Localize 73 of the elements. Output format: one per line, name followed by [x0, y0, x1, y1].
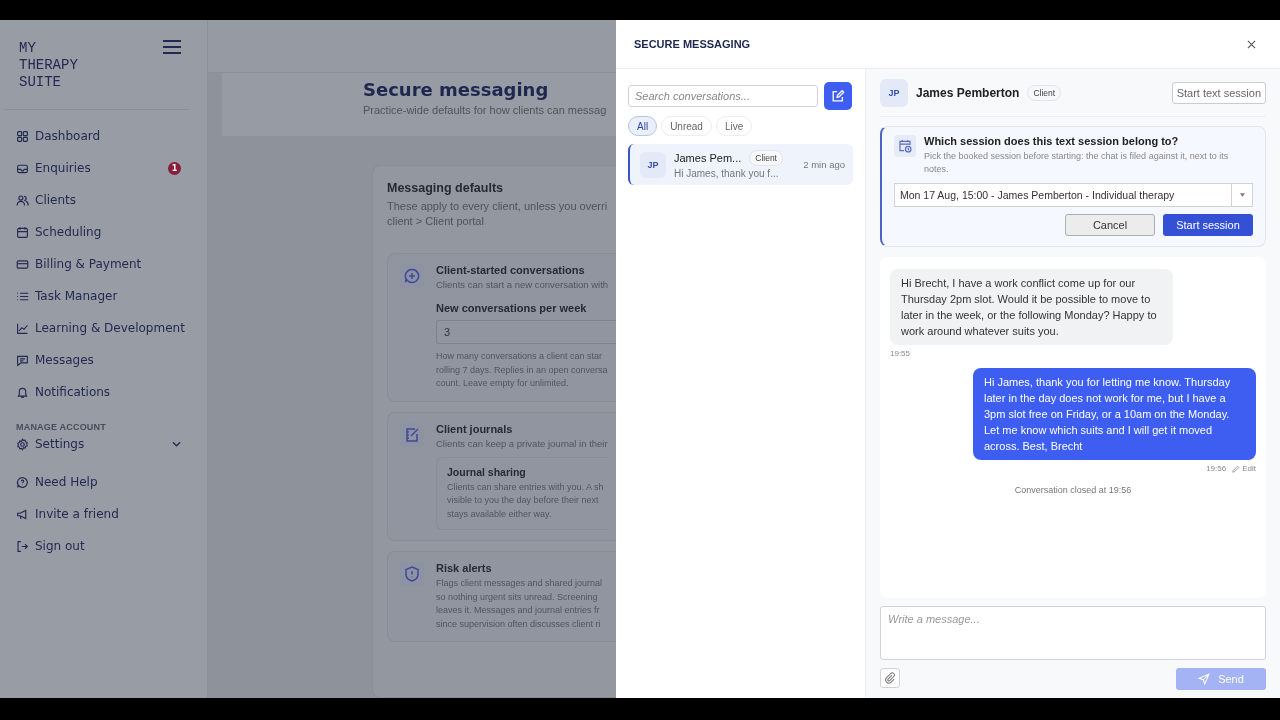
message-time: 19:55 [890, 349, 911, 358]
menu-icon[interactable] [163, 40, 181, 54]
filter-tab[interactable]: Unread [661, 116, 712, 136]
message-bubble: Hi James, thank you for letting me know. Thursday later in the day does not work for me, but I have a 3pm slot free on Friday, or a 10am on the Monday. Let me know which suits and I will get it moved across. Best, Brecht [973, 368, 1256, 460]
contact-name: James Pem... [674, 152, 742, 164]
contact-name: James Pemberton [916, 86, 1020, 100]
card-title: Messaging defaults [387, 181, 504, 195]
gear-icon [16, 437, 29, 451]
nav-item[interactable]: Task Manager [16, 280, 181, 312]
avatar: JP [880, 79, 908, 107]
chart-icon [16, 321, 29, 335]
nav-item[interactable]: Invite a friend [16, 498, 181, 530]
client-tag: Client [1027, 85, 1062, 101]
filter-tab[interactable]: Live [715, 116, 753, 136]
section-heading: MANAGE ACCOUNT [16, 422, 107, 432]
nav-item[interactable]: Scheduling [16, 216, 181, 248]
client-tag: Client [749, 150, 783, 166]
nav-item[interactable]: Billing & Payment [16, 248, 181, 280]
grid-icon [16, 129, 29, 143]
session-select[interactable]: Mon 17 Aug, 15:00 - James Pemberton - Individual therapy [894, 183, 1253, 207]
filter-tab[interactable]: All [628, 116, 658, 136]
prompt-description: Pick the booked session before starting: the chat is filed against it, next to its notes. [924, 150, 1230, 176]
bell-icon [16, 385, 29, 399]
nav-item[interactable]: Messages [16, 344, 181, 376]
section-title: Client-started conversations [436, 264, 586, 276]
message-field[interactable]: Write a message... [880, 606, 1266, 660]
panel-title: SECURE MESSAGING [634, 38, 751, 50]
prompt-title: Which session does this text session belong to? [924, 135, 1180, 147]
option-title: Journal sharing [447, 465, 527, 478]
app-logo[interactable]: MY THERAPY SUITE [19, 40, 87, 91]
message-preview: Hi James, thank you f... [674, 168, 780, 179]
calendar-icon [16, 225, 29, 239]
sign-out-icon [16, 539, 29, 553]
users-icon [16, 193, 29, 207]
message-time: 19:56 [1206, 464, 1227, 473]
compose-button[interactable] [824, 82, 852, 110]
conversation-item[interactable]: JP James Pem... Client Hi James, thank you f... 2 min ago [628, 144, 853, 185]
nav-item[interactable]: Dashboard [16, 120, 181, 152]
search-field[interactable]: Search conversations... [628, 85, 818, 107]
nav-item[interactable]: Notifications [16, 376, 181, 408]
start-text-session-button[interactable]: Start text session [1171, 82, 1266, 104]
attach-button[interactable] [880, 668, 900, 688]
cancel-button[interactable]: Cancel [1065, 214, 1155, 236]
nav-item[interactable]: Enquiries 1 [16, 152, 181, 184]
paperclip-icon [884, 672, 896, 684]
pencil-icon [1232, 464, 1241, 473]
chevron-down-icon [172, 441, 181, 447]
edit-link[interactable]: Edit [1232, 464, 1256, 473]
field-label: New conversations per week [436, 302, 588, 314]
calendar-clock-icon [894, 135, 916, 157]
compose-icon [831, 89, 845, 103]
close-icon[interactable] [1247, 39, 1256, 49]
help-icon [16, 475, 29, 489]
message-bubble: Hi Brecht, I have a work conflict come up for our Thursday 2pm slot. Would it be possible to move to later in the week, or the following Monday? Happy to work around whatever suits you. [890, 269, 1173, 345]
nav-item[interactable]: Sign out [16, 530, 181, 562]
nav-item[interactable]: Clients [16, 184, 181, 216]
dropdown-arrow-icon [1239, 193, 1245, 197]
section-title: Client journals [436, 422, 514, 435]
send-icon [1198, 673, 1211, 685]
number-field[interactable]: 3 [436, 320, 616, 344]
megaphone-icon [16, 507, 29, 521]
nav-item[interactable]: Need Help [16, 466, 181, 498]
avatar: JP [640, 151, 666, 178]
message-icon [16, 353, 29, 367]
card-icon [16, 257, 29, 271]
start-session-button[interactable]: Start session [1163, 214, 1253, 236]
count-badge: 1 [168, 161, 181, 175]
page-subtitle: Practice-wide defaults for how clients can messag [363, 104, 608, 116]
system-note: Conversation closed at 19:56 [1014, 485, 1132, 495]
page-title: Secure messaging [363, 79, 550, 100]
timestamp: 2 min ago [803, 159, 845, 170]
card-description: These apply to every client, unless you overri client > Client portal [387, 199, 609, 229]
section-title: Risk alerts [436, 562, 493, 574]
